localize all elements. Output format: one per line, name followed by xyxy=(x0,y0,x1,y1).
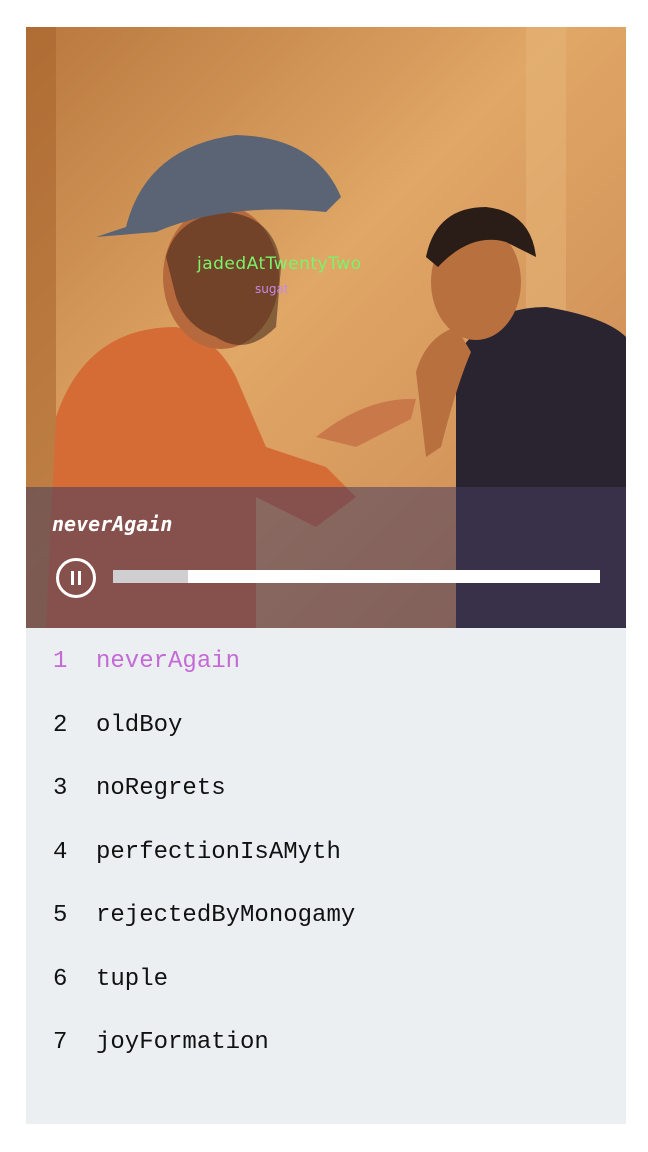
pause-icon xyxy=(71,571,74,585)
track-number: 6 xyxy=(53,965,68,993)
track-number: 4 xyxy=(53,838,68,866)
playlist: 1 neverAgain 2 oldBoy 3 noRegrets 4 perfectionI… xyxy=(26,648,626,1093)
progress-bar[interactable] xyxy=(113,570,600,583)
track-title: tuple xyxy=(96,965,169,993)
track-number: 1 xyxy=(53,648,68,675)
now-playing-bar: neverAgain xyxy=(26,487,626,628)
pause-button[interactable] xyxy=(56,558,96,598)
track-title: neverAgain xyxy=(96,648,241,675)
track-number: 7 xyxy=(53,1029,68,1056)
playlist-item[interactable]: 7 joyFormation xyxy=(26,1029,626,1093)
music-player: jadedAtTwentyTwo sugat neverAgain 1 never… xyxy=(26,27,626,1124)
artwork-overlay-title: jadedAtTwentyTwo xyxy=(197,254,362,274)
track-number: 2 xyxy=(53,711,68,739)
now-playing-title: neverAgain xyxy=(52,512,173,536)
playlist-item[interactable]: 1 neverAgain xyxy=(26,648,626,712)
track-number: 3 xyxy=(53,775,68,802)
track-title: noRegrets xyxy=(96,775,226,802)
track-title: perfectionIsAMyth xyxy=(96,838,341,866)
playlist-item[interactable]: 6 tuple xyxy=(26,966,626,1030)
progress-fill xyxy=(113,570,189,583)
track-number: 5 xyxy=(53,902,68,929)
pause-icon-bar xyxy=(78,571,81,585)
playlist-item[interactable]: 3 noRegrets xyxy=(26,775,626,839)
track-title: oldBoy xyxy=(96,711,183,739)
track-title: joyFormation xyxy=(96,1029,269,1056)
album-artwork: jadedAtTwentyTwo sugat neverAgain xyxy=(26,27,626,628)
playlist-item[interactable]: 4 perfectionIsAMyth xyxy=(26,839,626,903)
playlist-item[interactable]: 5 rejectedByMonogamy xyxy=(26,902,626,966)
artwork-overlay-artist: sugat xyxy=(255,282,289,296)
track-title: rejectedByMonogamy xyxy=(96,902,356,929)
playlist-item[interactable]: 2 oldBoy xyxy=(26,712,626,776)
